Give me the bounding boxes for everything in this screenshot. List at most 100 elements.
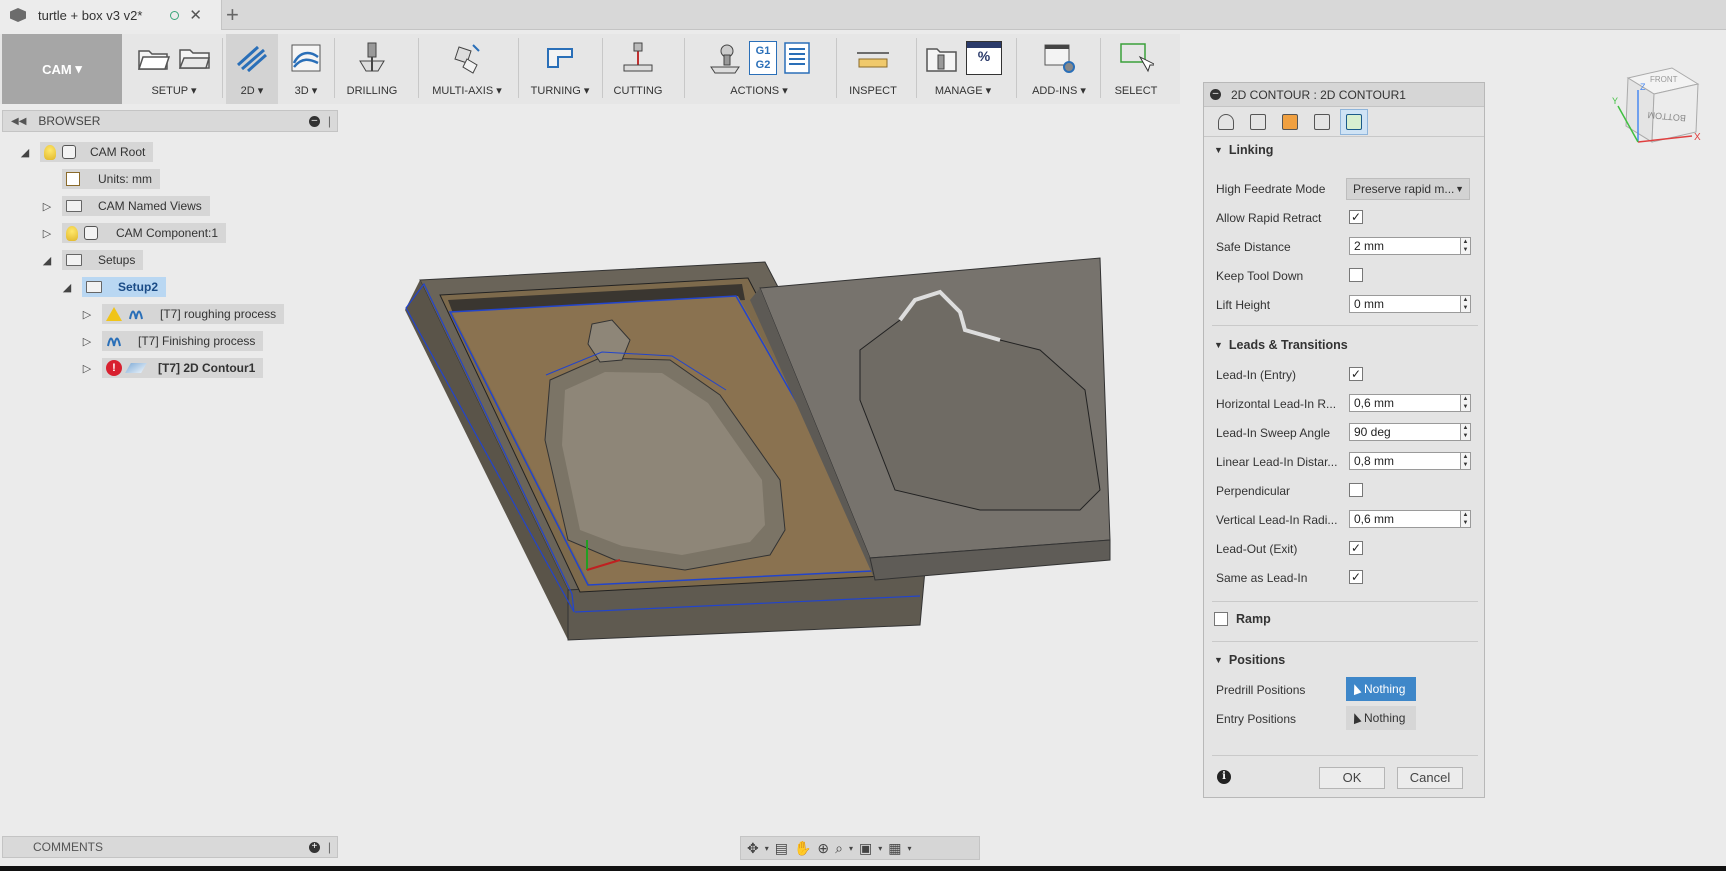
drilling-group[interactable]: DRILLING <box>338 34 406 104</box>
vertical-lead-in-radius-input[interactable]: 0,6 mm <box>1349 510 1461 528</box>
tree-node-roughing[interactable]: ▷ [T7] roughing process <box>80 304 285 324</box>
setup-sheet-icon[interactable] <box>783 41 811 75</box>
horizontal-lead-in-radius-spinner[interactable]: ▲ ▼ <box>1461 394 1471 412</box>
info-icon[interactable]: i <box>1217 770 1231 784</box>
cutting-icon[interactable] <box>620 41 656 75</box>
add-comment-icon[interactable]: + <box>308 841 320 853</box>
comments-pin-icon[interactable]: | <box>328 840 331 854</box>
ok-button[interactable]: OK <box>1319 767 1385 789</box>
high-feedrate-mode-select[interactable]: Preserve rapid m... ▼ <box>1346 178 1470 200</box>
visibility-bulb-icon[interactable] <box>66 225 78 241</box>
turning-group[interactable]: TURNING ▾ <box>522 34 598 104</box>
add-ins-group[interactable]: ADD-INS ▾ <box>1020 34 1098 104</box>
section-collapse-icon[interactable]: ▼ <box>1214 145 1223 155</box>
lift-height-spinner[interactable]: ▲ ▼ <box>1461 295 1471 313</box>
browser-minimize-icon[interactable]: – <box>308 115 320 127</box>
actions-group[interactable]: G1 G2 ACTIONS ▾ <box>688 34 830 104</box>
tree-node-finishing[interactable]: ▷ [T7] Finishing process <box>80 331 264 351</box>
collapsed-triangle-icon[interactable]: ▷ <box>80 308 94 321</box>
visibility-bulb-icon[interactable] <box>44 144 56 160</box>
vertical-lead-in-radius-spinner[interactable]: ▲ ▼ <box>1461 510 1471 528</box>
tab-heights[interactable] <box>1276 109 1304 135</box>
2d-group[interactable]: 2D ▾ <box>226 34 278 104</box>
tab-linking[interactable] <box>1340 108 1368 135</box>
safe-distance-input[interactable]: 2 mm <box>1349 237 1461 255</box>
tree-node-setup2[interactable]: ◢ Setup2 <box>60 277 167 297</box>
dialog-collapse-icon[interactable]: – <box>1210 89 1221 100</box>
collapsed-triangle-icon[interactable]: ▷ <box>80 335 94 348</box>
tree-node-cam-named-views[interactable]: ▷ CAM Named Views <box>40 196 210 216</box>
turning-icon[interactable] <box>542 41 578 75</box>
lead-out-exit-checkbox[interactable]: ✓ <box>1349 541 1363 555</box>
measure-icon[interactable] <box>855 41 891 75</box>
display-dropdown-icon[interactable]: ▾ <box>878 844 882 853</box>
new-tab-icon[interactable]: + <box>226 2 239 28</box>
expanded-triangle-icon[interactable]: ◢ <box>40 254 54 267</box>
expanded-triangle-icon[interactable]: ◢ <box>60 281 74 294</box>
lead-in-sweep-angle-spinner[interactable]: ▲ ▼ <box>1461 423 1471 441</box>
look-at-icon[interactable]: ▤ <box>775 840 788 857</box>
lead-in-sweep-angle-input[interactable]: 90 deg <box>1349 423 1461 441</box>
collapse-browser-icon[interactable]: ◀◀ <box>11 116 26 127</box>
section-ramp[interactable]: Ramp <box>1236 612 1271 626</box>
entry-positions-selector[interactable]: Nothing <box>1346 706 1416 730</box>
inspect-group[interactable]: INSPECT <box>840 34 906 104</box>
manage-group[interactable]: % MANAGE ▾ <box>920 34 1006 104</box>
cancel-button[interactable]: Cancel <box>1397 767 1463 789</box>
cutting-group[interactable]: CUTTING <box>606 34 670 104</box>
tree-node-2d-contour[interactable]: ▷ ! [T7] 2D Contour1 <box>80 358 264 378</box>
keep-tool-down-checkbox[interactable] <box>1349 268 1363 282</box>
select-group[interactable]: SELECT <box>1104 34 1168 104</box>
horizontal-lead-in-radius-input[interactable]: 0,6 mm <box>1349 394 1461 412</box>
perpendicular-checkbox[interactable] <box>1349 483 1363 497</box>
select-cursor-icon[interactable] <box>1118 41 1157 75</box>
collapsed-triangle-icon[interactable]: ▷ <box>40 227 54 240</box>
scripts-addins-icon[interactable] <box>1041 41 1077 75</box>
section-collapse-icon[interactable]: ▼ <box>1214 340 1223 350</box>
templates-icon[interactable]: % <box>966 41 1002 75</box>
workspace-switcher[interactable]: CAM ▾ <box>2 34 122 104</box>
multi-axis-icon[interactable] <box>449 41 485 75</box>
linear-lead-in-distance-spinner[interactable]: ▲ ▼ <box>1461 452 1471 470</box>
simulate-icon[interactable] <box>707 41 743 75</box>
grid-settings-icon[interactable]: ▦ <box>888 840 901 857</box>
tab-geometry[interactable] <box>1244 109 1272 135</box>
safe-distance-spinner[interactable]: ▲ ▼ <box>1461 237 1471 255</box>
3d-group[interactable]: 3D ▾ <box>282 34 330 104</box>
display-settings-icon[interactable]: ▣ <box>859 840 872 857</box>
predrill-positions-selector[interactable]: Nothing <box>1346 677 1416 701</box>
document-tab[interactable]: turtle + box v3 v2* ✕ <box>0 0 222 30</box>
section-leads-transitions[interactable]: ▼ Leads & Transitions <box>1214 338 1348 352</box>
section-positions[interactable]: ▼ Positions <box>1214 653 1285 667</box>
tree-node-units[interactable]: Units: mm <box>62 169 160 189</box>
zoom-icon[interactable]: ⊕ <box>817 840 829 857</box>
tree-node-cam-root[interactable]: ◢ CAM Root <box>18 142 154 162</box>
tool-library-icon[interactable] <box>924 41 960 75</box>
tab-tool[interactable] <box>1212 109 1240 135</box>
tree-node-setups[interactable]: ◢ Setups <box>40 250 144 270</box>
setup-group[interactable]: SETUP ▾ <box>126 34 222 104</box>
pan-icon[interactable]: ✋ <box>794 840 811 857</box>
orbit-dropdown-icon[interactable]: ▾ <box>765 844 769 853</box>
post-process-icon[interactable]: G1 G2 <box>749 41 777 75</box>
collapsed-triangle-icon[interactable]: ▷ <box>80 362 94 375</box>
viewcube[interactable]: FRONT BOTTOM Z X Y <box>1600 60 1710 160</box>
orbit-icon[interactable]: ✥ <box>747 840 759 857</box>
ramp-checkbox[interactable] <box>1214 612 1228 626</box>
section-linking[interactable]: ▼ Linking <box>1214 143 1273 157</box>
close-tab-icon[interactable]: ✕ <box>189 6 202 24</box>
collapsed-triangle-icon[interactable]: ▷ <box>40 200 54 213</box>
multi-axis-group[interactable]: MULTI-AXIS ▾ <box>422 34 512 104</box>
setup-folder-icon[interactable] <box>177 41 213 75</box>
section-collapse-icon[interactable]: ▼ <box>1214 655 1223 665</box>
allow-rapid-retract-checkbox[interactable]: ✓ <box>1349 210 1363 224</box>
expanded-triangle-icon[interactable]: ◢ <box>18 146 32 159</box>
fit-dropdown-icon[interactable]: ▾ <box>849 844 853 853</box>
grid-dropdown-icon[interactable]: ▾ <box>908 844 912 853</box>
open-folder-icon[interactable] <box>135 41 171 75</box>
browser-pin-icon[interactable]: | <box>328 114 331 128</box>
model-viewport[interactable] <box>340 240 1220 660</box>
lift-height-input[interactable]: 0 mm <box>1349 295 1461 313</box>
fit-icon[interactable]: ⌕ <box>835 840 843 857</box>
lead-in-entry-checkbox[interactable]: ✓ <box>1349 367 1363 381</box>
